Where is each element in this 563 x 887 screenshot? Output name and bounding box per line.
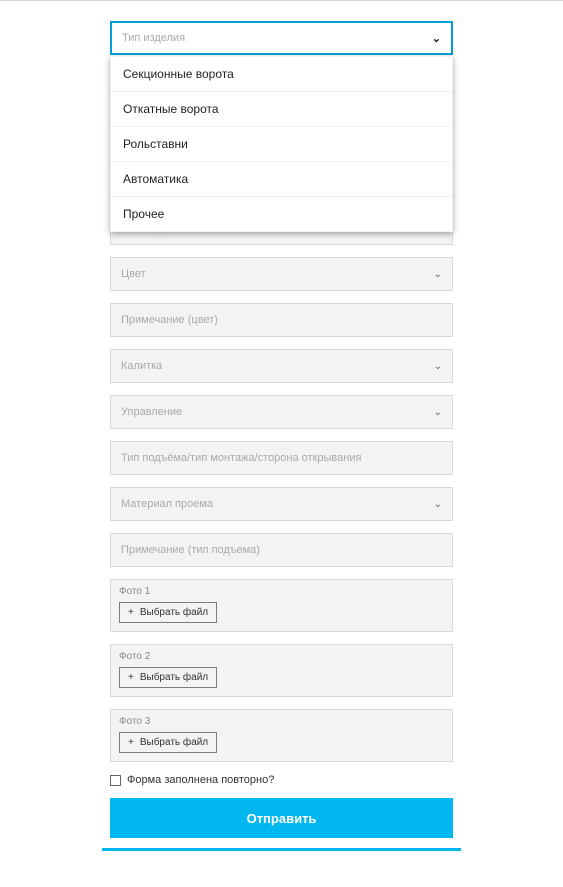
lift-type-placeholder: Тип подъёма/тип монтажа/сторона открыван…: [121, 452, 361, 464]
submit-button-label: Отправить: [247, 811, 317, 826]
chevron-down-icon: ⌄: [434, 269, 442, 280]
repeat-checkbox-label: Форма заполнена повторно?: [127, 774, 274, 786]
photo-1-group: Фото 1 + Выбрать файл: [110, 579, 453, 632]
color-select[interactable]: Цвет ⌄: [110, 257, 453, 291]
color-note-input[interactable]: Примечание (цвет): [110, 303, 453, 337]
dropdown-option-shutters[interactable]: Рольставни: [111, 127, 452, 162]
photo-1-choose-button[interactable]: + Выбрать файл: [119, 602, 217, 623]
lift-note-placeholder: Примечание (тип подъема): [121, 544, 260, 556]
accent-line: [102, 848, 461, 851]
repeat-checkbox-row[interactable]: Форма заполнена повторно?: [110, 774, 453, 786]
plus-icon: +: [128, 672, 134, 683]
lift-type-input[interactable]: Тип подъёма/тип монтажа/сторона открыван…: [110, 441, 453, 475]
wicket-select[interactable]: Калитка ⌄: [110, 349, 453, 383]
dropdown-option-other[interactable]: Прочее: [111, 197, 452, 231]
dropdown-option-automation[interactable]: Автоматика: [111, 162, 452, 197]
opening-material-placeholder: Материал проема: [121, 498, 213, 510]
chevron-down-icon: ⌄: [434, 361, 442, 372]
control-placeholder: Управление: [121, 406, 182, 418]
chevron-down-icon: ⌄: [432, 32, 441, 45]
control-select[interactable]: Управление ⌄: [110, 395, 453, 429]
product-type-placeholder: Тип изделия: [122, 32, 185, 44]
chevron-down-icon: ⌄: [434, 499, 442, 510]
dropdown-option-sliding[interactable]: Откатные ворота: [111, 92, 452, 127]
plus-icon: +: [128, 737, 134, 748]
wicket-placeholder: Калитка: [121, 360, 162, 372]
product-type-dropdown: Секционные ворота Откатные ворота Рольст…: [110, 56, 453, 232]
photo-1-label: Фото 1: [119, 586, 444, 597]
color-note-placeholder: Примечание (цвет): [121, 314, 218, 326]
color-placeholder: Цвет: [121, 268, 146, 280]
plus-icon: +: [128, 607, 134, 618]
lift-note-input[interactable]: Примечание (тип подъема): [110, 533, 453, 567]
photo-3-button-label: Выбрать файл: [140, 737, 208, 748]
photo-3-label: Фото 3: [119, 716, 444, 727]
submit-button[interactable]: Отправить: [110, 798, 453, 838]
photo-2-label: Фото 2: [119, 651, 444, 662]
photo-2-button-label: Выбрать файл: [140, 672, 208, 683]
opening-material-select[interactable]: Материал проема ⌄: [110, 487, 453, 521]
repeat-checkbox[interactable]: [110, 775, 121, 786]
photo-3-group: Фото 3 + Выбрать файл: [110, 709, 453, 762]
dropdown-option-sectional[interactable]: Секционные ворота: [111, 57, 452, 92]
product-type-select[interactable]: Тип изделия ⌄: [110, 21, 453, 55]
photo-1-button-label: Выбрать файл: [140, 607, 208, 618]
photo-2-choose-button[interactable]: + Выбрать файл: [119, 667, 217, 688]
photo-3-choose-button[interactable]: + Выбрать файл: [119, 732, 217, 753]
photo-2-group: Фото 2 + Выбрать файл: [110, 644, 453, 697]
chevron-down-icon: ⌄: [434, 407, 442, 418]
